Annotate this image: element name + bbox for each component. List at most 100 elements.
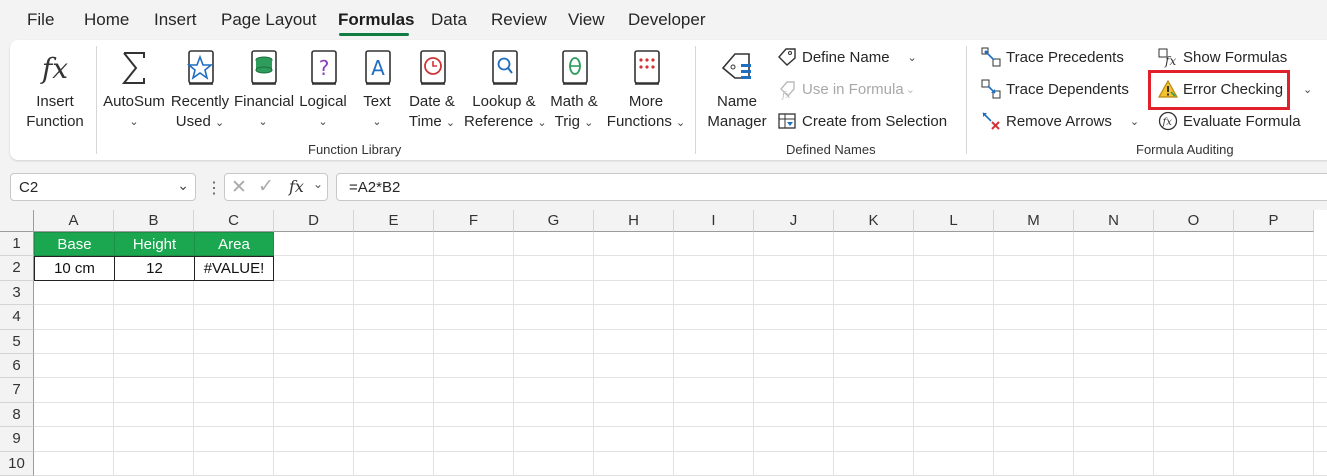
magnifier-book-icon — [492, 50, 518, 85]
gridline — [593, 232, 594, 476]
gridline — [833, 232, 834, 476]
define-name-button[interactable]: Define Name ⌄ — [776, 46, 917, 68]
tab-file[interactable]: File — [27, 10, 54, 30]
insert-function-button[interactable]: fx Insert Function — [18, 50, 92, 132]
select-all-corner[interactable] — [0, 210, 34, 232]
cell-c2[interactable]: #VALUE! — [194, 256, 274, 281]
tab-page-layout[interactable]: Page Layout — [221, 10, 316, 30]
cell-c1[interactable]: Area — [194, 232, 274, 256]
column-header-g[interactable]: G — [514, 210, 594, 232]
row-header-4[interactable]: 4 — [0, 305, 34, 330]
row-header-5[interactable]: 5 — [0, 329, 34, 354]
autosum-button[interactable]: AutoSum ⌄ — [102, 48, 166, 132]
chevron-down-icon: ⌄ — [584, 117, 594, 129]
row-header-7[interactable]: 7 — [0, 378, 34, 403]
row-header-3[interactable]: 3 — [0, 280, 34, 306]
chevron-down-icon[interactable]: ⌄ — [177, 177, 189, 194]
chevron-down-icon: ⌄ — [907, 51, 917, 64]
gridline — [34, 401, 1327, 403]
cell-b2[interactable]: 12 — [114, 256, 195, 281]
column-header-h[interactable]: H — [594, 210, 674, 232]
more-options-icon[interactable]: ⋮ — [206, 178, 222, 198]
column-header-l[interactable]: L — [914, 210, 994, 232]
question-book-icon: ? — [311, 50, 337, 85]
chevron-down-icon: ⌄ — [258, 116, 268, 128]
cell-a2[interactable]: 10 cm — [34, 256, 115, 281]
name-manager-button[interactable]: Name Manager — [704, 48, 770, 132]
column-header-f[interactable]: F — [434, 210, 514, 232]
gridline — [1153, 232, 1154, 476]
svg-text:fx: fx — [1164, 54, 1176, 68]
gridline — [913, 232, 914, 476]
cancel-icon[interactable]: ✕ — [231, 176, 247, 199]
row-header-6[interactable]: 6 — [0, 354, 34, 379]
column-header-j[interactable]: J — [754, 210, 834, 232]
row-header-9[interactable]: 9 — [0, 427, 34, 452]
column-header-e[interactable]: E — [354, 210, 434, 232]
formula-bar: C2 ⌄ ⋮ ✕ ✓ fx ⌄ =A2*B2 — [0, 170, 1327, 204]
lookup-reference-label-2: Reference — [464, 113, 534, 130]
use-in-formula-button[interactable]: fx Use in Formula ⌄ — [776, 78, 915, 100]
column-header-p[interactable]: P — [1234, 210, 1314, 232]
date-time-button[interactable]: Date & Time ⌄ — [404, 48, 460, 133]
column-header-n[interactable]: N — [1074, 210, 1154, 232]
chevron-down-icon: ⌄ — [676, 117, 686, 129]
tab-home[interactable]: Home — [84, 10, 129, 30]
tab-review[interactable]: Review — [491, 10, 547, 30]
more-functions-button[interactable]: More Functions ⌄ — [606, 48, 686, 133]
text-button[interactable]: A Text ⌄ — [356, 48, 398, 132]
column-header-c[interactable]: C — [194, 210, 274, 232]
name-box[interactable]: C2 ⌄ — [10, 173, 196, 201]
show-formulas-label: Show Formulas — [1183, 48, 1288, 66]
tab-view[interactable]: View — [568, 10, 605, 30]
show-formulas-button[interactable]: fx Show Formulas — [1157, 46, 1287, 68]
tab-insert[interactable]: Insert — [154, 10, 197, 30]
chevron-down-icon: ⌄ — [372, 116, 382, 128]
column-header-b[interactable]: B — [114, 210, 194, 232]
column-header-k[interactable]: K — [834, 210, 914, 232]
column-header-m[interactable]: M — [994, 210, 1074, 232]
tag-list-icon — [721, 53, 751, 79]
cell-a1[interactable]: Base — [34, 232, 115, 256]
enter-icon[interactable]: ✓ — [258, 175, 274, 198]
row-header-8[interactable]: 8 — [0, 402, 34, 428]
formula-bar-buttons: ✕ ✓ fx ⌄ — [224, 173, 328, 201]
gridline — [1073, 232, 1074, 476]
ribbon: fx Insert Function AutoSum ⌄ Recently Us… — [10, 40, 1327, 160]
tab-formulas[interactable]: Formulas — [338, 10, 415, 30]
row-header-10[interactable]: 10 — [0, 451, 34, 476]
menu-bar: File Home Insert Page Layout Formulas Da… — [0, 0, 1327, 38]
chevron-down-icon: ⌄ — [129, 116, 139, 128]
recently-used-button[interactable]: Recently Used ⌄ — [168, 48, 232, 133]
column-header-i[interactable]: I — [674, 210, 754, 232]
insert-function-icon[interactable]: fx — [289, 177, 304, 196]
row-header-2[interactable]: 2 — [0, 256, 34, 281]
logical-button[interactable]: ? Logical ⌄ — [296, 48, 350, 132]
chevron-down-icon: ⌄ — [905, 83, 915, 96]
error-checking-highlight — [1148, 70, 1290, 110]
row-header-1[interactable]: 1 — [0, 232, 34, 257]
remove-arrows-button[interactable]: Remove Arrows ⌄ — [980, 110, 1139, 132]
chevron-down-icon[interactable]: ⌄ — [313, 177, 323, 191]
column-header-a[interactable]: A — [34, 210, 114, 232]
gridline — [433, 232, 434, 476]
show-formulas-icon: fx — [1158, 48, 1176, 68]
financial-button[interactable]: Financial ⌄ — [234, 48, 295, 132]
math-trig-button[interactable]: Math & Trig ⌄ — [548, 48, 600, 133]
column-header-o[interactable]: O — [1154, 210, 1234, 232]
column-header-d[interactable]: D — [274, 210, 354, 232]
financial-label: Financial — [234, 93, 295, 110]
tab-data[interactable]: Data — [431, 10, 467, 30]
formula-input[interactable]: =A2*B2 — [336, 173, 1327, 201]
create-from-selection-button[interactable]: Create from Selection — [776, 110, 947, 132]
trace-dependents-button[interactable]: Trace Dependents — [980, 78, 1129, 100]
evaluate-formula-button[interactable]: fx Evaluate Formula — [1157, 110, 1301, 132]
remove-arrows-icon — [982, 112, 1000, 130]
separator — [96, 46, 97, 154]
create-from-selection-icon — [778, 113, 796, 129]
tab-developer[interactable]: Developer — [628, 10, 706, 30]
date-time-label-1: Date & — [409, 93, 455, 110]
trace-precedents-button[interactable]: Trace Precedents — [980, 46, 1124, 68]
cell-b1[interactable]: Height — [114, 232, 195, 256]
lookup-reference-button[interactable]: Lookup & Reference ⌄ — [464, 48, 547, 133]
